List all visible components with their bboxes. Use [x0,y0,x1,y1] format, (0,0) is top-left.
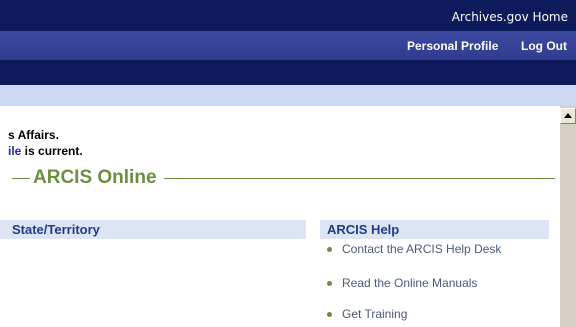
status-text-line-2: ile is current. [8,144,83,158]
bullet-icon [327,281,332,287]
arcis-help-panel-header: ARCIS Help [320,220,549,239]
sub-nav-bar [0,85,576,106]
title-rule-right [164,178,555,179]
arcis-online-heading: ARCIS Online [33,167,157,188]
help-link-get-training[interactable]: Get Training [327,307,407,321]
arcis-section-title: ARCIS Online [12,163,555,193]
help-link-contact-desk[interactable]: Contact the ARCIS Help Desk [327,242,501,256]
arcis-help-heading: ARCIS Help [327,222,400,237]
arrow-up-icon [564,113,572,118]
profile-bar: Personal Profile Log Out [0,31,576,90]
personal-profile-link[interactable]: Personal Profile [407,39,498,53]
spacer [0,106,576,114]
scroll-up-button[interactable] [560,108,576,124]
status-text-line-1: s Affairs. [8,128,59,142]
log-out-link[interactable]: Log Out [521,39,567,53]
bullet-icon [327,312,332,318]
bullet-icon [327,247,332,253]
title-rule-left [12,178,30,179]
help-link-label[interactable]: Contact the ARCIS Help Desk [342,242,501,256]
vertical-scrollbar[interactable] [560,106,576,327]
archives-home-link[interactable]: Archives.gov Home [452,10,568,24]
status-link-fragment[interactable]: ile [8,144,21,158]
help-link-online-manuals[interactable]: Read the Online Manuals [327,276,477,290]
state-territory-panel-header: State/Territory [0,220,306,239]
help-link-label[interactable]: Read the Online Manuals [342,276,477,290]
top-navigation-bar: Archives.gov Home [0,0,576,31]
status-text-rest: is current. [21,144,83,158]
state-territory-heading: State/Territory [12,222,100,237]
help-link-label[interactable]: Get Training [342,307,407,321]
main-nav-bar [0,60,576,85]
